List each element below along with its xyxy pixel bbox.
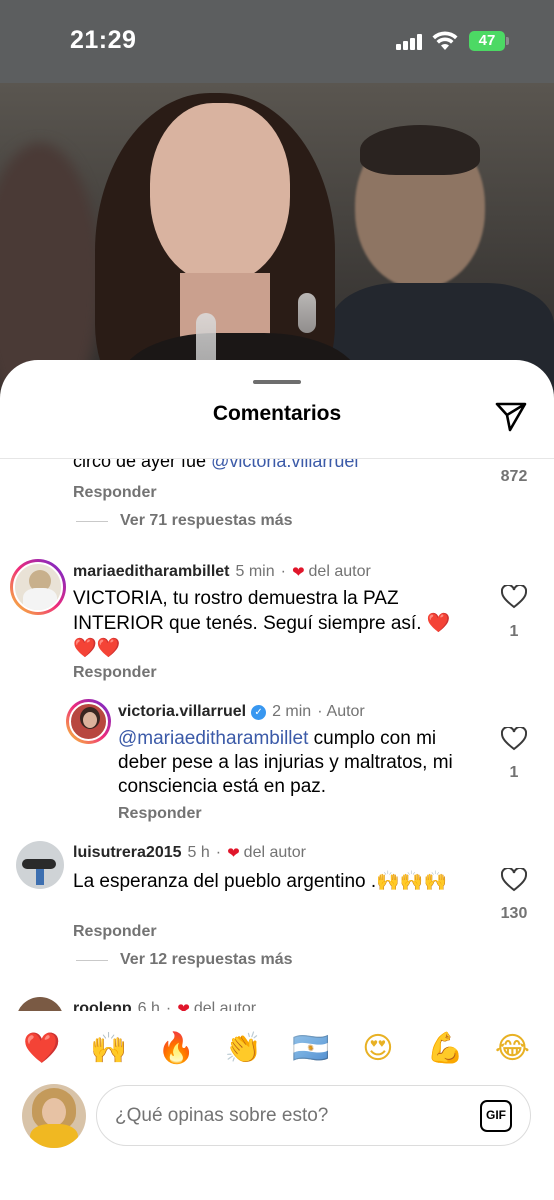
sheet-grabber[interactable] [253, 380, 301, 384]
author-heart-icon: ❤ [227, 845, 240, 862]
liked-by-author-label: del autor [243, 844, 306, 861]
like-count: 130 [500, 905, 528, 922]
avatar[interactable] [16, 841, 64, 889]
status-bar: 21:29 47 [0, 0, 554, 83]
liked-by-author-label: del autor [308, 563, 371, 580]
comment-header: victoria.villarruel ✓ 2 min · Autor [118, 703, 365, 721]
avatar[interactable] [66, 699, 111, 744]
comment-text: @mariaeditharambillet cumplo con mi debe… [118, 728, 453, 797]
username[interactable]: mariaeditharambillet [73, 563, 230, 581]
reaction-heart-eyes[interactable]: 😍 [356, 1031, 400, 1066]
reaction-joy[interactable]: 😂 [490, 1031, 534, 1066]
verified-icon: ✓ [251, 704, 267, 720]
mention-link[interactable]: @mariaeditharambillet [118, 728, 308, 749]
comment-time: 5 h [187, 844, 210, 861]
heart-outline-icon[interactable] [501, 727, 527, 751]
comment-header: luisutrera2015 5 h · ❤ del autor [73, 844, 306, 862]
comment-text: VICTORIA, tu rostro demuestra la PAZ INT… [73, 588, 451, 659]
post-photo[interactable] [0, 83, 554, 403]
like-count: 872 [500, 468, 528, 485]
mention-link[interactable]: @victoria.villarruel [211, 459, 358, 471]
reaction-flexed-biceps[interactable]: 💪 [423, 1031, 467, 1066]
username[interactable]: victoria.villarruel [118, 703, 246, 721]
reaction-clapping[interactable]: 👏 [221, 1031, 265, 1066]
separator: · [280, 563, 286, 580]
comment-time: 5 min [235, 563, 275, 580]
avatar[interactable] [10, 559, 66, 615]
reply-button[interactable]: Responder [73, 664, 157, 682]
liked-by-author-label: del autor [193, 1000, 257, 1011]
like-count: 1 [509, 764, 519, 781]
username[interactable]: roolenp [73, 1000, 132, 1011]
view-more-replies-button[interactable]: Ver 12 respuestas más [76, 951, 293, 969]
status-time: 21:29 [70, 26, 137, 54]
comment-text: La esperanza del pueblo argentino .🙌🙌🙌 [73, 870, 448, 892]
separator: · [215, 844, 222, 861]
share-icon[interactable] [493, 398, 529, 434]
avatar[interactable] [16, 997, 64, 1011]
wifi-icon [432, 31, 458, 50]
current-user-avatar [22, 1084, 86, 1148]
battery-tip [506, 37, 509, 45]
separator: · [317, 703, 323, 720]
username[interactable]: luisutrera2015 [73, 844, 182, 862]
reaction-fire[interactable]: 🔥 [154, 1031, 198, 1066]
separator: · [165, 1000, 172, 1011]
view-more-replies-button[interactable]: Ver 71 respuestas más [76, 512, 293, 530]
reaction-heart[interactable]: ❤️ [20, 1031, 64, 1066]
battery-indicator: 47 [469, 31, 505, 51]
reaction-argentina-flag[interactable]: 🇦🇷 [289, 1031, 333, 1066]
gif-icon[interactable]: GIF [480, 1100, 512, 1132]
comment-header: roolenp 6 h · ❤ del autor [73, 1000, 256, 1011]
reply-button[interactable]: Responder [73, 484, 157, 502]
comment-header: mariaeditharambillet 5 min · ❤ del autor [73, 563, 371, 581]
author-heart-icon: ❤ [291, 564, 305, 581]
cellular-signal-icon [396, 34, 424, 50]
reply-button[interactable]: Responder [118, 805, 202, 823]
heart-outline-icon[interactable] [501, 868, 527, 892]
like-count: 1 [509, 623, 519, 640]
comment-time: 6 h [137, 1000, 160, 1011]
reply-button[interactable]: Responder [73, 923, 157, 941]
sheet-title: Comentarios [212, 402, 342, 425]
comment-input[interactable] [115, 1100, 455, 1132]
heart-outline-icon[interactable] [501, 585, 527, 609]
comment-time: 2 min [272, 703, 312, 720]
author-heart-icon: ❤ [177, 1001, 190, 1011]
quick-reactions-bar: ❤️ 🙌 🔥 👏 🇦🇷 😍 💪 😂 [0, 1018, 554, 1078]
comments-list[interactable]: circo de ayer fue @victoria.villarruel 8… [0, 459, 554, 1011]
reaction-raised-hands[interactable]: 🙌 [87, 1031, 131, 1066]
author-badge: Autor [326, 703, 365, 720]
comment-text-truncated: circo de ayer fue @victoria.villarruel [73, 459, 358, 472]
comment-composer: GIF [96, 1085, 531, 1146]
